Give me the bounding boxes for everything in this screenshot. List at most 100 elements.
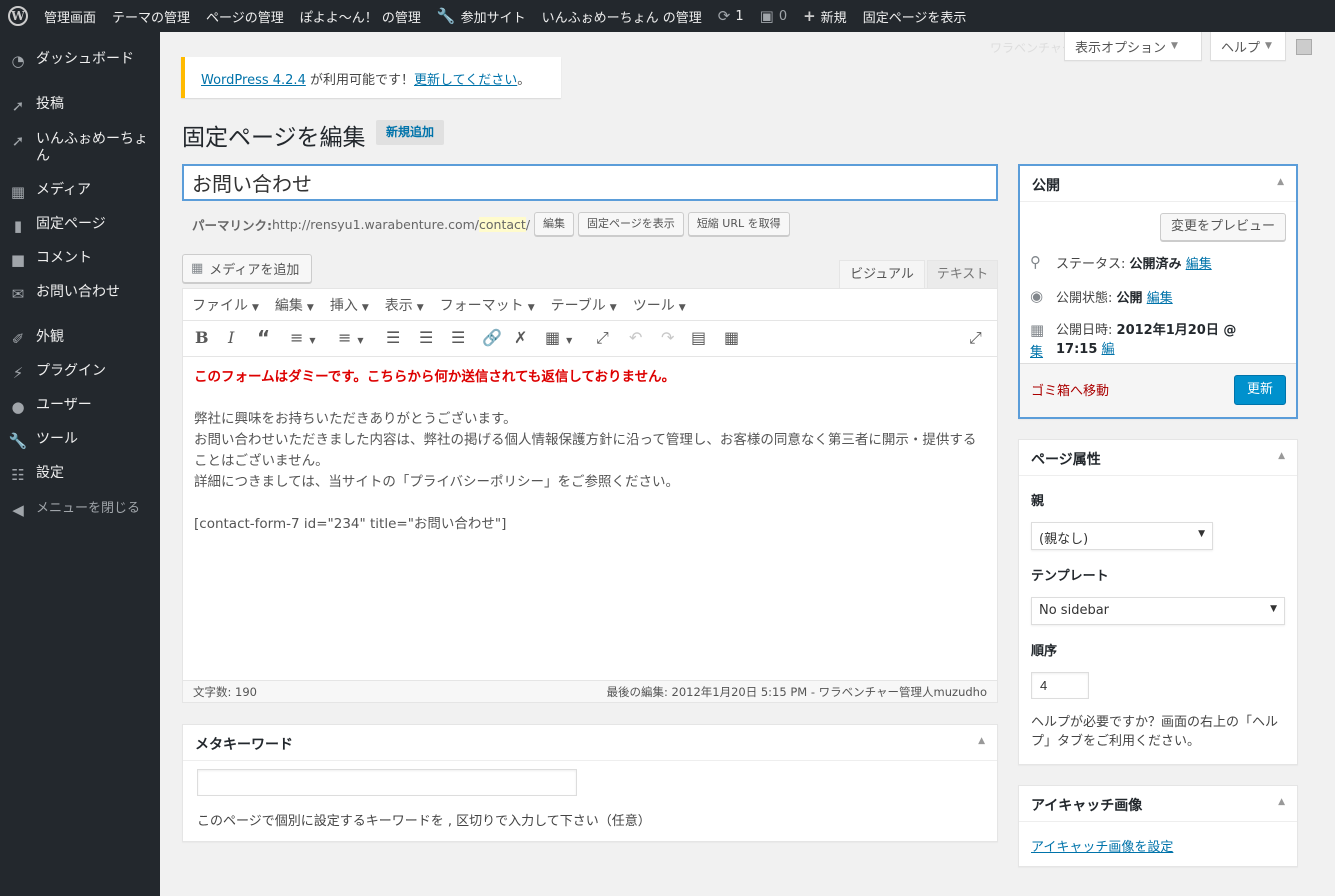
meta-keywords-input[interactable] (197, 769, 577, 796)
numbered-list-icon[interactable]: ≡ ▼ (338, 329, 364, 350)
fullscreen-icon[interactable]: ⤢ (596, 329, 609, 347)
sidebar-item-posts[interactable]: ➚ 投稿 (0, 96, 160, 116)
undo-icon[interactable]: ↶ (629, 329, 642, 347)
move-to-trash-link[interactable]: ゴミ箱へ移動 (1031, 380, 1109, 399)
admin-dashboard-link[interactable]: 管理画面 (36, 0, 104, 32)
redo-icon[interactable]: ↷ (661, 329, 674, 347)
menu-format[interactable]: フォーマット ▼ (440, 295, 535, 315)
sidebar-item-plugins[interactable]: ⚡ プラグイン (0, 363, 160, 383)
publish-date-row: ▦ 公開日時: 2012年1月20日 @ 17:15 編 (1030, 321, 1237, 357)
pin-icon: ➚ (11, 97, 25, 115)
italic-icon[interactable]: I (228, 329, 234, 347)
sidebar-item-info[interactable]: ➚ いんふぉめーちょん (0, 131, 160, 165)
info-manage-link[interactable]: いんふぉめーちょん の管理 (534, 0, 710, 32)
avatar[interactable] (1296, 39, 1312, 55)
update-notice: WordPress 4.2.4 が利用可能です！更新してください。 (181, 57, 561, 98)
view-page-link[interactable]: 固定ページを表示 (855, 0, 975, 32)
publish-actions: ゴミ箱へ移動 更新 (1020, 363, 1296, 417)
menu-file[interactable]: ファイル ▼ (192, 295, 259, 315)
pages-manage-link[interactable]: ページの管理 (198, 0, 292, 32)
toolbar-toggle-icon[interactable]: ▦ (724, 329, 739, 347)
sidebar-item-appearance[interactable]: ✐ 外観 (0, 329, 160, 349)
edit-status-link[interactable]: 編集 (1186, 253, 1212, 272)
get-shortlink-button[interactable]: 短縮 URL を取得 (687, 212, 790, 236)
menu-view[interactable]: 表示 ▼ (385, 295, 424, 315)
page-attributes-help: ヘルプが必要ですか？画面の右上の「ヘルプ」タブをご利用ください。 (1031, 715, 1279, 749)
tab-visual[interactable]: ビジュアル (839, 260, 925, 289)
triangle-down-icon: ▼ (1265, 41, 1272, 51)
parent-select[interactable]: (親なし) ▼ (1031, 522, 1213, 550)
permalink-slug[interactable]: contact (479, 216, 526, 232)
blockquote-icon[interactable]: “ (257, 328, 270, 348)
toggle-arrow-icon[interactable]: ▲ (1277, 177, 1284, 187)
edit-slug-button[interactable]: 編集 (534, 212, 575, 236)
publish-header[interactable]: 公開 ▲ (1020, 166, 1296, 202)
my-sites-link[interactable]: 🔧 参加サイト (429, 0, 534, 32)
add-media-button[interactable]: ▦ メディアを追加 (182, 254, 312, 283)
align-left-icon[interactable]: ☰ (386, 329, 400, 347)
edit-date-link[interactable]: 編 (1102, 342, 1115, 357)
sidebar-item-media[interactable]: ▦ メディア (0, 182, 160, 202)
wordpress-version-link[interactable]: WordPress 4.2.4 (201, 73, 306, 88)
menu-edit[interactable]: 編集 ▼ (275, 295, 314, 315)
new-content-link[interactable]: + 新規 (795, 0, 855, 32)
comments-link[interactable]: ▣ 0 (752, 0, 795, 32)
bullet-list-icon[interactable]: ≡ ▼ (290, 329, 316, 350)
page-title: 固定ページを編集 (182, 125, 366, 151)
wrench-icon: 🔧 (8, 432, 28, 450)
toggle-arrow-icon[interactable]: ▲ (978, 736, 985, 746)
menu-tools[interactable]: ツール ▼ (633, 295, 686, 315)
page-attributes-box: ページ属性▲ 親 (親なし)▼ テンプレート No sidebar▼ 順序 ヘル… (1018, 439, 1298, 765)
sidebar-item-settings[interactable]: ☷ 設定 (0, 465, 160, 485)
sidebar-item-comments[interactable]: ■ コメント (0, 250, 160, 270)
table-icon[interactable]: ▦ ▼ (545, 329, 572, 350)
collapse-icon: ◀ (12, 501, 24, 519)
site-manage-link[interactable]: ぽよよ〜ん！ の管理 (292, 0, 429, 32)
page-attributes-header[interactable]: ページ属性 ▲ (1019, 440, 1297, 476)
sidebar-item-users[interactable]: ● ユーザー (0, 397, 160, 417)
read-more-icon[interactable]: ▤ (691, 329, 706, 347)
dropdown-arrow-icon: ▼ (1270, 604, 1277, 614)
screen-options-button[interactable]: 表示オプション ▼ (1064, 32, 1202, 61)
wp-logo-button[interactable]: W (0, 0, 36, 32)
edit-date-link-wrap[interactable]: 集 (1030, 341, 1043, 360)
featured-image-header[interactable]: アイキャッチ画像 ▲ (1019, 786, 1297, 822)
theme-manage-link[interactable]: テーマの管理 (104, 0, 198, 32)
meta-keywords-header[interactable]: メタキーワード ▲ (183, 725, 997, 761)
preview-changes-button[interactable]: 変更をプレビュー (1160, 213, 1286, 241)
help-button[interactable]: ヘルプ ▼ (1210, 32, 1286, 61)
menu-table[interactable]: テーブル ▼ (551, 295, 617, 315)
editor-content[interactable]: このフォームはダミーです。こちらから何か送信されても返信しておりません。 弊社に… (183, 357, 997, 680)
editor-toolbar: B I “ ≡ ▼ ≡ ▼ ☰ ☰ ☰ 🔗 ✗ ▦ ▼ ⤢ ↶ ↷ ▤ ▦ ⤢ (183, 321, 997, 357)
page-icon: ▮ (13, 217, 23, 235)
sidebar-item-dashboard[interactable]: ◔ ダッシュボード (0, 51, 160, 71)
template-select[interactable]: No sidebar ▼ (1031, 597, 1285, 625)
content-line: 弊社に興味をお持ちいただきありがとうございます。 (194, 411, 517, 427)
bold-icon[interactable]: B (195, 329, 209, 347)
updates-link[interactable]: ⟳ 1 (710, 0, 752, 32)
edit-visibility-link[interactable]: 編集 (1147, 287, 1173, 306)
sidebar-item-pages[interactable]: ▮ 固定ページ (0, 216, 160, 236)
add-new-button[interactable]: 新規追加 (376, 120, 444, 145)
sidebar-item-tools[interactable]: 🔧 ツール (0, 431, 160, 451)
update-now-link[interactable]: 更新してください (414, 73, 517, 88)
admin-sidebar: ◔ ダッシュボード ➚ 投稿 ➚ いんふぉめーちょん ▦ メディア ▮ 固定ページ ■ コメ… (0, 32, 160, 896)
toggle-arrow-icon[interactable]: ▲ (1278, 797, 1285, 807)
triangle-down-icon: ▼ (1171, 41, 1178, 51)
align-right-icon[interactable]: ☰ (451, 329, 465, 347)
view-page-button[interactable]: 固定ページを表示 (578, 212, 684, 236)
order-input[interactable] (1031, 672, 1089, 699)
align-center-icon[interactable]: ☰ (419, 329, 433, 347)
sidebar-collapse-menu[interactable]: ◀ メニューを閉じる (0, 500, 160, 520)
update-button[interactable]: 更新 (1234, 375, 1286, 405)
set-featured-image-link[interactable]: アイキャッチ画像を設定 (1031, 836, 1173, 855)
tab-text[interactable]: テキスト (927, 260, 998, 289)
menu-insert[interactable]: 挿入 ▼ (330, 295, 369, 315)
toggle-arrow-icon[interactable]: ▲ (1278, 451, 1285, 461)
sidebar-item-contact[interactable]: ✉ お問い合わせ (0, 284, 160, 304)
distraction-free-icon[interactable]: ⤢ (969, 329, 982, 347)
unlink-icon[interactable]: ✗ (514, 329, 527, 347)
link-icon[interactable]: 🔗 (482, 329, 502, 347)
post-title-input[interactable] (182, 164, 998, 201)
pin-icon: ➚ (11, 132, 25, 150)
